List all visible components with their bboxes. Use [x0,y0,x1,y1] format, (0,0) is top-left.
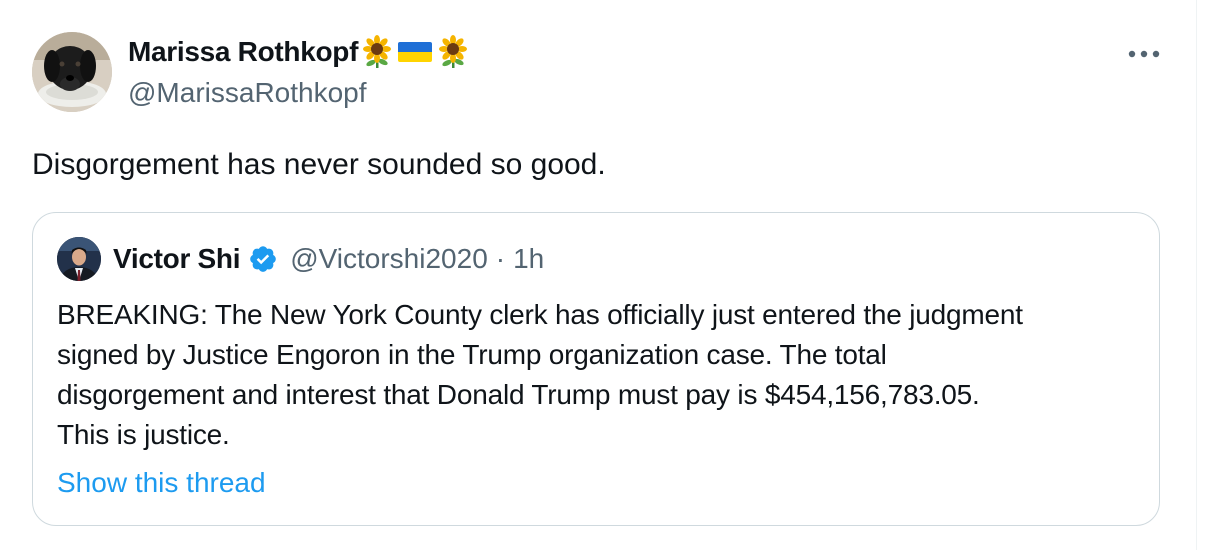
show-thread-link[interactable]: Show this thread [57,463,266,503]
quoted-author-name: Victor Shi [113,243,241,274]
tweet-text: Disgorgement has never sounded so good. [32,148,606,181]
author-name-row[interactable]: Marissa Rothkopf [128,34,470,70]
more-horizontal-icon [1128,50,1160,58]
sunflower-emoji [436,35,470,69]
quoted-author-avatar [57,237,101,281]
quoted-text-line: This is justice. [57,419,230,450]
quoted-tweet-card[interactable]: Victor Shi @Victorshi2020 · 1h BREAKING:… [32,212,1160,526]
author-handle[interactable]: @MarissaRothkopf [128,76,367,110]
author-name[interactable]: Marissa Rothkopf [128,34,358,70]
quoted-text-line: signed by Justice Engoron in the Trump o… [57,339,887,370]
timeline-divider [1196,0,1197,550]
quoted-tweet-text: BREAKING: The New York County clerk has … [57,295,1137,455]
tweet[interactable]: Marissa Rothkopf @MarissaRothkopf Disgor… [0,0,1196,550]
quoted-text-line: disgorgement and interest that Donald Tr… [57,379,980,410]
separator-dot: · [495,243,506,274]
quoted-author-handle: @Victorshi2020 [290,243,488,274]
quoted-timestamp: 1h [513,243,545,274]
sunflower-emoji [360,35,394,69]
more-options-button[interactable] [1124,34,1164,74]
ukraine-flag-emoji [396,35,434,69]
quoted-header: Victor Shi @Victorshi2020 · 1h [113,239,544,279]
author-avatar[interactable] [32,32,112,112]
quoted-text-line: BREAKING: The New York County clerk has … [57,299,1023,330]
verified-badge-icon [248,244,278,274]
